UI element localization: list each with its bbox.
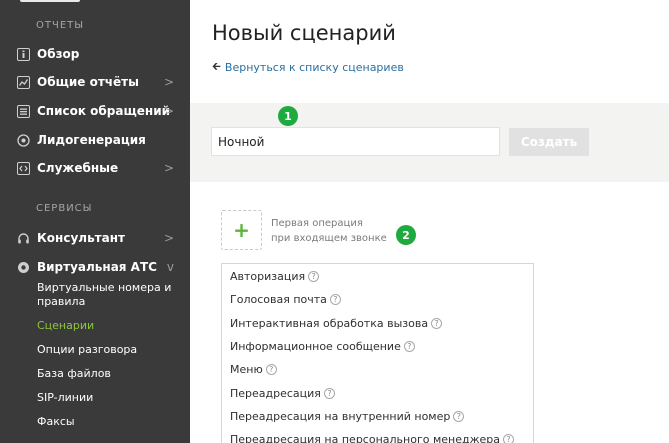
help-icon[interactable]: ? (265, 364, 277, 375)
operation-label: Переадресация на внутренний номер (230, 410, 451, 423)
sidebar-subitem-call-options[interactable]: Опции разговора (37, 343, 177, 357)
sidebar-item-label: Общие отчёты (37, 75, 139, 89)
first-operation-line1: Первая операция (271, 218, 363, 229)
sidebar-item-service[interactable]: Служебные > (0, 154, 190, 182)
list-item[interactable]: Голосовая почта ? (230, 293, 341, 306)
sidebar-item-label: Обзор (37, 47, 80, 61)
chevron-right-icon: > (163, 75, 174, 89)
page-title: Новый сценарий (212, 21, 396, 45)
sidebar-item-label: Лидогенерация (37, 133, 146, 147)
phone-station-icon (17, 261, 30, 274)
sidebar-subitem-faxes[interactable]: Факсы (37, 415, 177, 429)
sidebar-subitem-scenarios[interactable]: Сценарии (37, 319, 177, 333)
create-button[interactable]: Создать (509, 128, 589, 156)
arrow-left-icon: 🡰 (212, 60, 221, 73)
first-operation-line2: при входящем звонке (271, 233, 387, 244)
sidebar-item-label: Консультант (37, 231, 125, 245)
section-title-reports: ОТЧЕТЫ (36, 20, 85, 31)
operation-label: Авторизация (230, 270, 306, 283)
logo (20, 0, 80, 2)
sidebar-item-virtual-pbx[interactable]: Виртуальная АТС v (0, 253, 190, 281)
help-icon[interactable]: ? (453, 411, 465, 422)
list-item[interactable]: Переадресация на внутренний номер ? (230, 410, 465, 423)
sidebar-item-overview[interactable]: Обзор (0, 40, 190, 68)
list-item[interactable]: Переадресация ? (230, 387, 335, 400)
sidebar-item-general-reports[interactable]: Общие отчёты > (0, 68, 190, 96)
chart-square-icon (17, 75, 30, 89)
code-square-icon (17, 161, 30, 175)
sidebar-subitem-sip-lines[interactable]: SIP-линии (37, 391, 177, 405)
sidebar-item-consultant[interactable]: Консультант > (0, 224, 190, 252)
back-to-scenarios-link[interactable]: 🡰 Вернуться к списку сценариев (212, 58, 404, 77)
operation-label: Голосовая почта (230, 293, 327, 306)
list-item[interactable]: Информационное сообщение ? (230, 340, 415, 353)
info-square-icon (17, 47, 30, 61)
operation-label: Меню (230, 363, 263, 376)
sidebar-item-label: Список обращений (37, 104, 171, 118)
chevron-right-icon: > (163, 104, 174, 118)
help-icon[interactable]: ? (403, 341, 415, 352)
scenario-name-input[interactable] (211, 127, 500, 156)
list-item[interactable]: Интерактивная обработка вызова ? (230, 317, 443, 330)
headset-icon (17, 232, 30, 245)
help-icon[interactable]: ? (431, 318, 443, 329)
sidebar-subitem-file-base[interactable]: База файлов (37, 367, 177, 381)
help-icon[interactable]: ? (502, 434, 514, 443)
sidebar-item-requests-list[interactable]: Список обращений > (0, 97, 190, 125)
chevron-right-icon: > (163, 161, 174, 175)
plus-icon: + (233, 218, 250, 242)
back-link-label: Вернуться к списку сценариев (224, 61, 404, 74)
sidebar-item-leadgen[interactable]: Лидогенерация (0, 126, 190, 154)
step-badge-1: 1 (278, 106, 298, 126)
help-icon[interactable]: ? (308, 271, 320, 282)
operation-list: Авторизация ? Голосовая почта ? Интеракт… (221, 263, 534, 443)
list-item[interactable]: Авторизация ? (230, 270, 320, 283)
section-title-services: СЕРВИСЫ (36, 203, 93, 214)
help-icon[interactable]: ? (323, 388, 335, 399)
sidebar-item-label: Виртуальная АТС (37, 260, 157, 274)
list-square-icon (17, 104, 30, 118)
sidebar: ОТЧЕТЫ Обзор Общие отчёты > Список обращ… (0, 0, 190, 443)
sidebar-subitem-virtual-numbers[interactable]: Виртуальные номера и правила (37, 281, 177, 309)
operation-label: Интерактивная обработка вызова (230, 317, 429, 330)
operation-label: Переадресация (230, 387, 321, 400)
list-item[interactable]: Переадресация на персонального менеджера… (230, 433, 514, 443)
add-first-operation-button[interactable]: + (221, 210, 262, 250)
chevron-down-icon: v (166, 260, 174, 274)
help-icon[interactable]: ? (329, 294, 341, 305)
operation-label: Информационное сообщение (230, 340, 401, 353)
lead-icon (17, 133, 30, 147)
list-item[interactable]: Меню ? (230, 363, 277, 376)
first-operation-caption: Первая операция при входящем звонке (271, 216, 387, 246)
chevron-right-icon: > (163, 231, 174, 245)
operation-label: Переадресация на персонального менеджера (230, 433, 500, 443)
step-badge-2: 2 (396, 225, 416, 245)
sidebar-item-label: Служебные (37, 161, 119, 175)
